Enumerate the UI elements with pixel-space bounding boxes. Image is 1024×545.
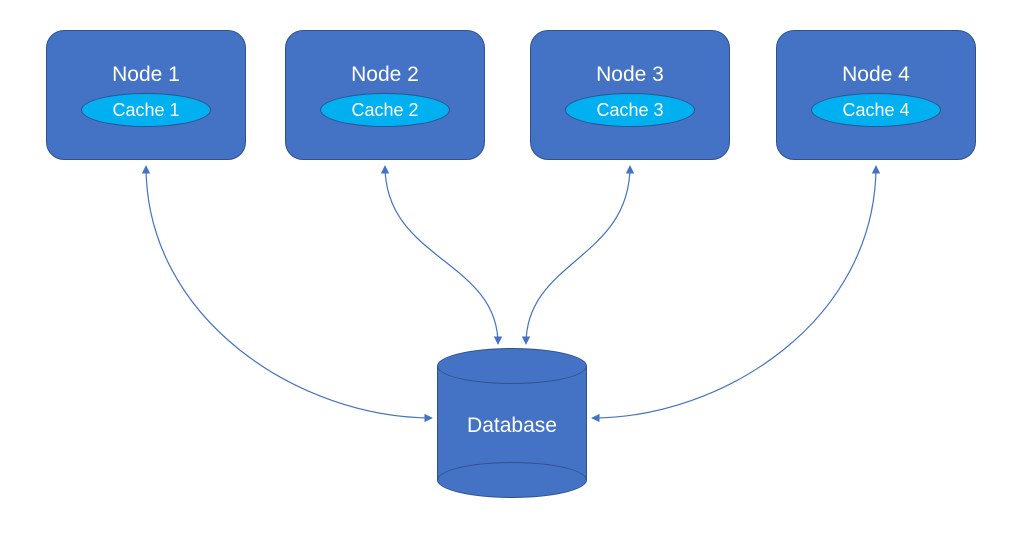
connector-node3-db (526, 166, 630, 344)
node-4-label: Node 4 (842, 63, 910, 87)
database-top (437, 348, 587, 384)
connector-node1-db (146, 166, 432, 418)
database: Database (437, 348, 587, 498)
database-label: Database (437, 414, 587, 438)
cache-1: Cache 1 (81, 93, 211, 127)
connector-node4-db (592, 166, 876, 418)
node-3: Node 3 Cache 3 (530, 30, 730, 160)
database-bottom (437, 462, 587, 498)
cache-3: Cache 3 (565, 93, 695, 127)
node-1-label: Node 1 (112, 63, 180, 87)
node-3-label: Node 3 (596, 63, 664, 87)
cache-2: Cache 2 (320, 93, 450, 127)
cache-4: Cache 4 (811, 93, 941, 127)
node-4: Node 4 Cache 4 (776, 30, 976, 160)
connector-node2-db (385, 166, 498, 344)
node-2-label: Node 2 (351, 63, 419, 87)
node-1: Node 1 Cache 1 (46, 30, 246, 160)
node-2: Node 2 Cache 2 (285, 30, 485, 160)
